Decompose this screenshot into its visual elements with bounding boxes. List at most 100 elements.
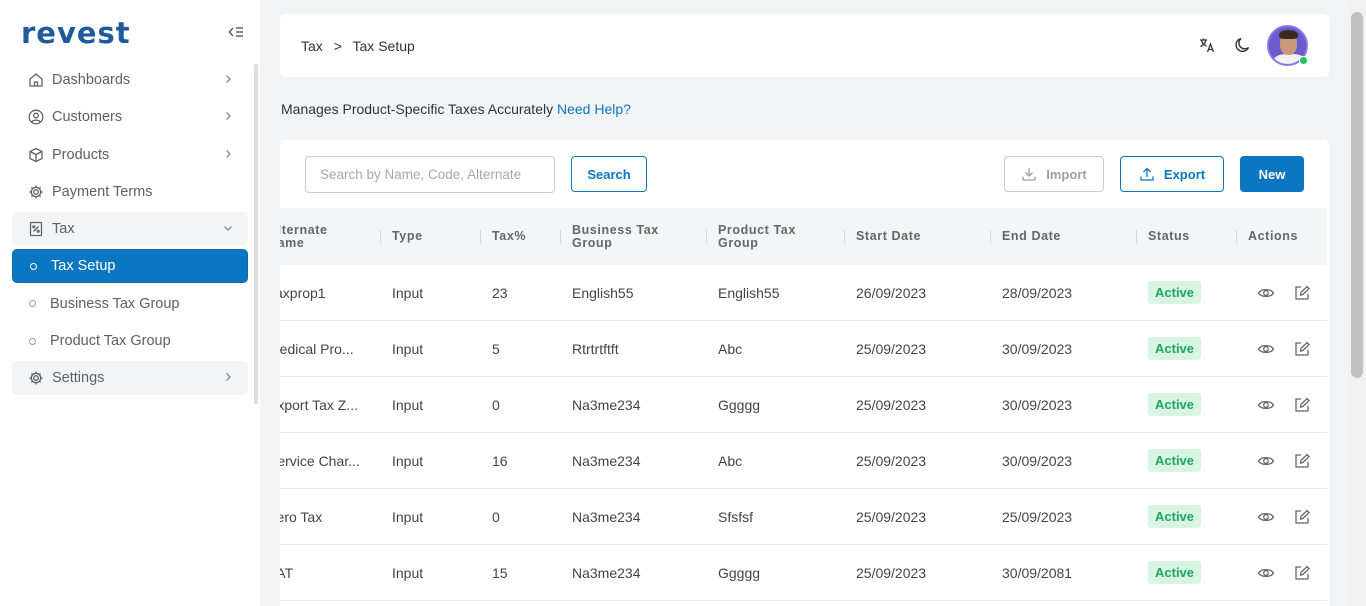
- edit-pencil-icon[interactable]: [1293, 452, 1311, 470]
- cell-business-tax-group: Rtrtrtftft: [572, 340, 619, 357]
- column-divider: [990, 230, 991, 243]
- sidebar-item-business-tax-group[interactable]: Business Tax Group: [12, 287, 248, 321]
- column-divider: [706, 230, 707, 243]
- column-header-product-tax-group[interactable]: Product Tax Group: [718, 208, 818, 265]
- sidebar-scrollbar[interactable]: [254, 64, 258, 404]
- new-button[interactable]: New: [1240, 156, 1304, 192]
- sidebar-item-label: Settings: [52, 370, 105, 387]
- column-header-status[interactable]: Status: [1148, 208, 1190, 265]
- edit-pencil-icon[interactable]: [1293, 340, 1311, 358]
- status-badge: Active: [1148, 337, 1202, 360]
- import-label: Import: [1046, 166, 1087, 182]
- need-help-link[interactable]: Need Help?: [557, 101, 631, 117]
- chevron-right-icon: [226, 112, 231, 121]
- chevron-right-icon: [226, 373, 231, 382]
- cell-business-tax-group: Na3me234: [572, 396, 641, 413]
- status-badge: Active: [1148, 561, 1202, 584]
- export-button[interactable]: Export: [1120, 156, 1224, 192]
- column-divider: [560, 230, 561, 243]
- breadcrumb-tax[interactable]: Tax: [301, 38, 323, 54]
- page-subtitle: Manages Product-Specific Taxes Accuratel…: [281, 101, 554, 117]
- cell-business-tax-group: Na3me234: [572, 564, 641, 581]
- cell-start-date: 25/09/2023: [856, 564, 927, 581]
- collapse-sidebar-icon[interactable]: [228, 25, 244, 39]
- table-header: Alternate Name Type Tax% Business Tax Gr…: [280, 208, 1327, 265]
- view-eye-icon[interactable]: [1257, 564, 1275, 582]
- view-eye-icon[interactable]: [1257, 284, 1275, 302]
- sidebar-item-customers[interactable]: Customers: [12, 100, 248, 134]
- cell-business-tax-group: Na3me234: [572, 508, 641, 525]
- cell-start-date: 25/09/2023: [856, 396, 927, 413]
- dark-mode-moon-icon[interactable]: [1234, 36, 1252, 54]
- bullet-icon: [29, 337, 36, 345]
- gear-icon: [27, 183, 44, 200]
- cell-tax-percent: 16: [492, 452, 508, 469]
- column-header-tax-percent[interactable]: Tax%: [492, 208, 526, 265]
- column-header-alternate-name[interactable]: Alternate Name: [280, 208, 368, 265]
- sidebar-item-label: Payment Terms: [52, 183, 153, 200]
- cell-business-tax-group: English55: [572, 284, 634, 301]
- cell-alternate-name: Zero Tax: [280, 508, 323, 525]
- cell-business-tax-group: Na3me234: [572, 452, 641, 469]
- cell-alternate-name: VAT: [280, 564, 294, 581]
- cell-tax-percent: 5: [492, 340, 500, 357]
- edit-pencil-icon[interactable]: [1293, 508, 1311, 526]
- page-scrollbar-thumb[interactable]: [1351, 12, 1363, 378]
- breadcrumb: Tax > Tax Setup: [301, 38, 422, 54]
- table-row[interactable]: Zero Tax Input 0 Na3me234 Sfsfsf 25/09/2023 25…: [280, 489, 1327, 545]
- edit-pencil-icon[interactable]: [1293, 396, 1311, 414]
- cell-tax-percent: 23: [492, 284, 508, 301]
- table-row[interactable]: Medical Pro... Input 5 Rtrtrtftft Abc 25/09/2…: [280, 321, 1327, 377]
- sidebar-item-label: Tax Setup: [51, 258, 116, 275]
- sidebar-menu: Dashboards Customers Products Payment Te…: [12, 63, 248, 399]
- column-header-end-date[interactable]: End Date: [1002, 208, 1061, 265]
- import-button[interactable]: Import: [1004, 156, 1104, 192]
- column-divider: [1236, 230, 1237, 243]
- download-icon: [1022, 168, 1036, 181]
- sidebar-item-dashboards[interactable]: Dashboards: [12, 63, 248, 97]
- table-row[interactable]: Taxprop1 Input 23 English55 English55 26/09/2…: [280, 265, 1327, 321]
- home-icon: [27, 72, 44, 89]
- sidebar-item-tax[interactable]: Tax: [12, 212, 248, 247]
- export-label: Export: [1163, 166, 1206, 182]
- column-header-type[interactable]: Type: [392, 208, 423, 265]
- sidebar-item-products[interactable]: Products: [12, 138, 248, 172]
- sidebar-item-tax-setup[interactable]: Tax Setup: [12, 249, 248, 284]
- sidebar-item-settings[interactable]: Settings: [12, 361, 248, 396]
- search-button[interactable]: Search: [571, 156, 647, 192]
- cell-end-date: 30/09/2023: [1002, 396, 1073, 413]
- cell-type: Input: [392, 340, 424, 357]
- table-row[interactable]: Service Char... Input 16 Na3me234 Abc 25/09/2…: [280, 433, 1327, 489]
- gear-icon: [27, 370, 44, 387]
- cell-start-date: 25/09/2023: [856, 452, 927, 469]
- column-header-start-date[interactable]: Start Date: [856, 208, 921, 265]
- cell-alternate-name: Export Tax Z...: [280, 396, 358, 413]
- table-row[interactable]: Export Tax Z... Input 0 Na3me234 Ggggg 25/09/…: [280, 377, 1327, 433]
- view-eye-icon[interactable]: [1257, 340, 1275, 358]
- online-status-dot: [1299, 56, 1308, 65]
- sidebar-item-product-tax-group[interactable]: Product Tax Group: [12, 324, 248, 358]
- search-input[interactable]: [305, 156, 555, 193]
- cell-status: Active: [1148, 545, 1202, 600]
- brand-logo[interactable]: revest: [21, 16, 131, 50]
- view-eye-icon[interactable]: [1257, 396, 1275, 414]
- cell-alternate-name: Medical Pro...: [280, 340, 354, 357]
- sidebar-item-payment-terms[interactable]: Payment Terms: [12, 175, 248, 209]
- status-badge: Active: [1148, 393, 1202, 416]
- page-description: Manages Product-Specific Taxes Accuratel…: [281, 101, 631, 117]
- cell-status: Active: [1148, 377, 1202, 432]
- view-eye-icon[interactable]: [1257, 452, 1275, 470]
- cell-status: Active: [1148, 433, 1202, 488]
- translate-icon[interactable]: [1198, 36, 1216, 54]
- column-header-business-tax-group[interactable]: Business Tax Group: [572, 208, 677, 265]
- cell-type: Input: [392, 508, 424, 525]
- cell-start-date: 25/09/2023: [856, 508, 927, 525]
- edit-pencil-icon[interactable]: [1293, 284, 1311, 302]
- status-badge: Active: [1148, 449, 1202, 472]
- top-header: Tax > Tax Setup: [280, 14, 1329, 77]
- tax-setup-card: Search Import Export New Alternate Name …: [280, 140, 1329, 606]
- view-eye-icon[interactable]: [1257, 508, 1275, 526]
- table-row[interactable]: VAT Input 15 Na3me234 Ggggg 25/09/2023 30/09/2…: [280, 545, 1327, 601]
- edit-pencil-icon[interactable]: [1293, 564, 1311, 582]
- status-badge: Active: [1148, 505, 1202, 528]
